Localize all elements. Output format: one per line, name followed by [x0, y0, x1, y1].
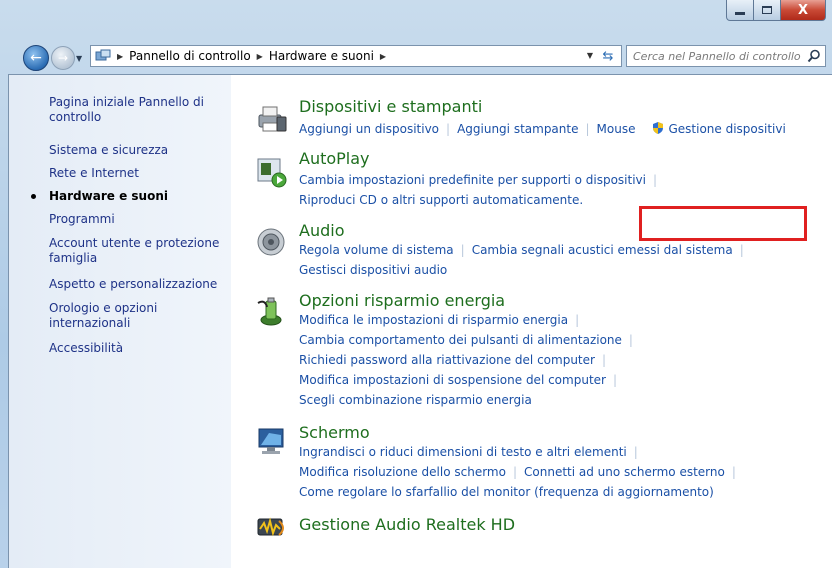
sidebar-item-system-security[interactable]: Sistema e sicurezza [49, 143, 168, 158]
link-change-power-settings[interactable]: Modifica le impostazioni di risparmio en… [299, 313, 568, 327]
link-adjust-volume[interactable]: Regola volume di sistema [299, 243, 454, 257]
link-device-manager[interactable]: Gestione dispositivi [668, 122, 785, 136]
link-row: Cambia comportamento dei pulsanti di ali… [299, 333, 640, 347]
link-change-system-sounds[interactable]: Cambia segnali acustici emessi dal siste… [472, 243, 733, 257]
control-panel-icon [95, 49, 111, 63]
history-dropdown-icon[interactable]: ▼ [76, 54, 84, 63]
back-arrow-icon: ← [30, 50, 42, 66]
link-row: Come regolare lo sfarfallio del monitor … [299, 485, 714, 499]
window-controls: X [726, 0, 826, 21]
link-add-device[interactable]: Aggiungi un dispositivo [299, 122, 439, 136]
link-row: Aggiungi un dispositivo | Aggiungi stampan… [299, 121, 786, 136]
sidebar-item-network-internet[interactable]: Rete e Internet [49, 166, 139, 181]
sidebar: Pagina iniziale Pannello di controllo Si… [9, 75, 231, 568]
display-icon[interactable] [255, 425, 289, 459]
link-separator: | [628, 333, 633, 347]
link-separator: | [512, 465, 518, 479]
link-separator: | [460, 243, 465, 257]
link-row: Cambia impostazioni predefinite per supp… [299, 173, 664, 187]
link-row: Gestisci dispositivi audio [299, 263, 447, 277]
search-icon[interactable] [807, 49, 821, 63]
maximize-icon [762, 6, 772, 14]
search-input[interactable] [633, 48, 803, 64]
link-row: Modifica impostazioni di sospensione del… [299, 373, 624, 387]
link-row: Ingrandisci o riduci dimensioni di testo… [299, 445, 645, 459]
speaker-icon[interactable] [255, 225, 289, 259]
category-title[interactable]: Opzioni risparmio energia [299, 291, 505, 310]
link-row: Scegli combinazione risparmio energia [299, 393, 532, 407]
link-separator: | [585, 122, 590, 136]
active-bullet-icon [31, 194, 36, 199]
sidebar-item-home[interactable]: Pagina iniziale Pannello di controllo [49, 95, 209, 125]
printer-icon[interactable] [255, 101, 289, 135]
realtek-audio-icon[interactable] [255, 511, 289, 545]
link-separator: | [575, 313, 580, 327]
maximize-button[interactable] [754, 0, 781, 21]
title-bar[interactable]: X [0, 0, 832, 40]
link-row: Richiedi password alla riattivazione del… [299, 353, 613, 367]
link-text-size[interactable]: Ingrandisci o riduci dimensioni di testo… [299, 445, 627, 459]
breadcrumb-separator-icon[interactable]: ▶ [380, 52, 386, 61]
link-power-buttons[interactable]: Cambia comportamento dei pulsanti di ali… [299, 333, 622, 347]
refresh-icon[interactable]: ⇆ [599, 48, 617, 64]
forward-button[interactable]: → [51, 46, 75, 70]
uac-shield-icon [653, 122, 664, 134]
link-sleep-settings[interactable]: Modifica impostazioni di sospensione del… [299, 373, 606, 387]
link-screen-resolution[interactable]: Modifica risoluzione dello schermo [299, 465, 506, 479]
link-play-cd-automatically[interactable]: Riproduci CD o altri supporti automatica… [299, 193, 583, 207]
link-row: Modifica le impostazioni di risparmio en… [299, 313, 586, 327]
breadcrumb-separator-icon[interactable]: ▶ [257, 52, 263, 61]
highlight-box [639, 206, 807, 241]
forward-arrow-icon: → [57, 51, 69, 65]
category-title[interactable]: Dispositivi e stampanti [299, 97, 482, 116]
search-box[interactable] [626, 45, 826, 67]
sidebar-item-user-accounts[interactable]: Account utente e protezione famiglia [49, 236, 224, 266]
breadcrumb-hardware-sound[interactable]: Hardware e suoni [269, 49, 374, 63]
category-title[interactable]: Audio [299, 221, 344, 240]
navigation-bar: ← → ▼ ▶ Pannello di controllo ▶ Hardware… [0, 40, 832, 72]
link-mouse[interactable]: Mouse [597, 122, 636, 136]
link-change-default-settings[interactable]: Cambia impostazioni predefinite per supp… [299, 173, 646, 187]
sidebar-item-clock-region[interactable]: Orologio e opzioni internazionali [49, 301, 189, 331]
link-separator: | [446, 122, 451, 136]
category-title[interactable]: Gestione Audio Realtek HD [299, 515, 515, 534]
link-refresh-rate[interactable]: Come regolare lo sfarfallio del monitor … [299, 485, 714, 499]
link-row: Regola volume di sistema | Cambia segnali … [299, 243, 751, 257]
power-icon[interactable] [255, 295, 289, 329]
content-area: Pagina iniziale Pannello di controllo Si… [8, 74, 832, 568]
sidebar-item-appearance[interactable]: Aspetto e personalizzazione [49, 277, 217, 292]
link-require-password[interactable]: Richiedi password alla riattivazione del… [299, 353, 595, 367]
back-button[interactable]: ← [23, 45, 49, 71]
breadcrumb-separator-icon[interactable]: ▶ [117, 52, 123, 61]
category-title[interactable]: AutoPlay [299, 149, 370, 168]
category-list: Dispositivi e stampanti Aggiungi un disp… [231, 75, 832, 568]
link-separator: | [601, 353, 606, 367]
link-connect-external-display[interactable]: Connetti ad uno schermo esterno [524, 465, 725, 479]
link-separator: | [739, 243, 744, 257]
sidebar-item-programs[interactable]: Programmi [49, 212, 115, 227]
link-separator: | [612, 373, 618, 387]
breadcrumb-control-panel[interactable]: Pannello di controllo [129, 49, 251, 63]
minimize-icon [735, 11, 745, 15]
sidebar-item-accessibility[interactable]: Accessibilità [49, 341, 123, 356]
link-separator: | [652, 173, 658, 187]
control-panel-window: X ← → ▼ ▶ Pannello di controllo ▶ Hardwa… [0, 0, 832, 568]
sidebar-item-hardware-sound[interactable]: Hardware e suoni [49, 189, 168, 204]
link-row: Riproduci CD o altri supporti automatica… [299, 193, 583, 207]
address-bar[interactable]: ▶ Pannello di controllo ▶ Hardware e suo… [90, 45, 622, 67]
link-add-printer[interactable]: Aggiungi stampante [457, 122, 578, 136]
link-manage-audio-devices[interactable]: Gestisci dispositivi audio [299, 263, 447, 277]
link-row: Modifica risoluzione dello schermo | Conne… [299, 465, 743, 479]
close-icon: X [797, 2, 809, 18]
close-button[interactable]: X [781, 0, 826, 21]
category-title[interactable]: Schermo [299, 423, 370, 442]
minimize-button[interactable] [726, 0, 754, 21]
breadcrumb: ▶ Pannello di controllo ▶ Hardware e suo… [111, 49, 392, 63]
autoplay-icon[interactable] [255, 155, 289, 189]
link-choose-power-plan[interactable]: Scegli combinazione risparmio energia [299, 393, 532, 407]
address-dropdown-icon[interactable]: ▼ [587, 51, 593, 60]
link-separator: | [731, 465, 736, 479]
link-separator: | [633, 445, 638, 459]
